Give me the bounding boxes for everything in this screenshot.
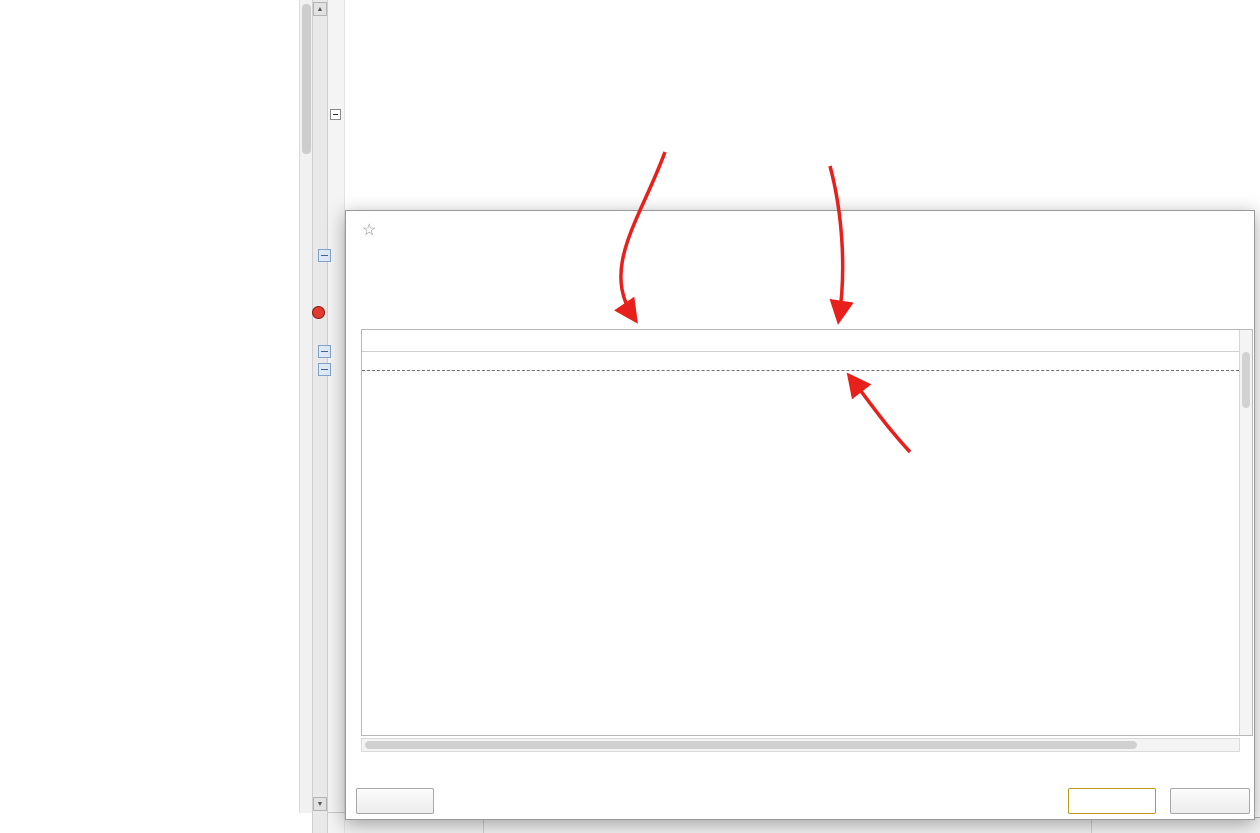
sidebar-scrollbar[interactable] <box>299 0 312 813</box>
sidebar <box>0 0 312 813</box>
back-button[interactable] <box>356 788 434 814</box>
scroll-up-button[interactable] <box>313 2 327 16</box>
app-window <box>0 0 1260 833</box>
grid-row <box>362 352 1239 371</box>
grid-horizontal-scrollbar-thumb[interactable] <box>365 741 1137 749</box>
close-dialog-button[interactable] <box>1170 788 1250 814</box>
grid-header <box>362 330 1239 352</box>
favorite-star-icon[interactable] <box>362 220 376 240</box>
load-data-dialog <box>345 210 1255 820</box>
editor-margin <box>328 0 345 833</box>
grid-vertical-scrollbar[interactable] <box>1239 330 1252 735</box>
sidebar-scrollbar-thumb[interactable] <box>302 4 311 154</box>
fold-collapse-icon[interactable] <box>330 109 341 120</box>
config-tree <box>0 0 299 8</box>
taskbar-strip <box>0 827 1260 833</box>
collapse-marker-icon[interactable] <box>318 345 331 358</box>
breakpoint-dot-icon <box>312 306 325 319</box>
grid-vertical-scrollbar-thumb[interactable] <box>1242 352 1250 408</box>
collapse-marker-icon[interactable] <box>318 249 331 262</box>
collapse-marker-icon[interactable] <box>318 363 331 376</box>
dialog-titlebar <box>346 211 1254 249</box>
next-button[interactable] <box>1068 788 1156 814</box>
splitter[interactable] <box>312 0 328 833</box>
grid-horizontal-scrollbar[interactable] <box>361 738 1240 752</box>
scroll-down-button[interactable] <box>313 797 327 811</box>
data-grid <box>361 329 1253 736</box>
